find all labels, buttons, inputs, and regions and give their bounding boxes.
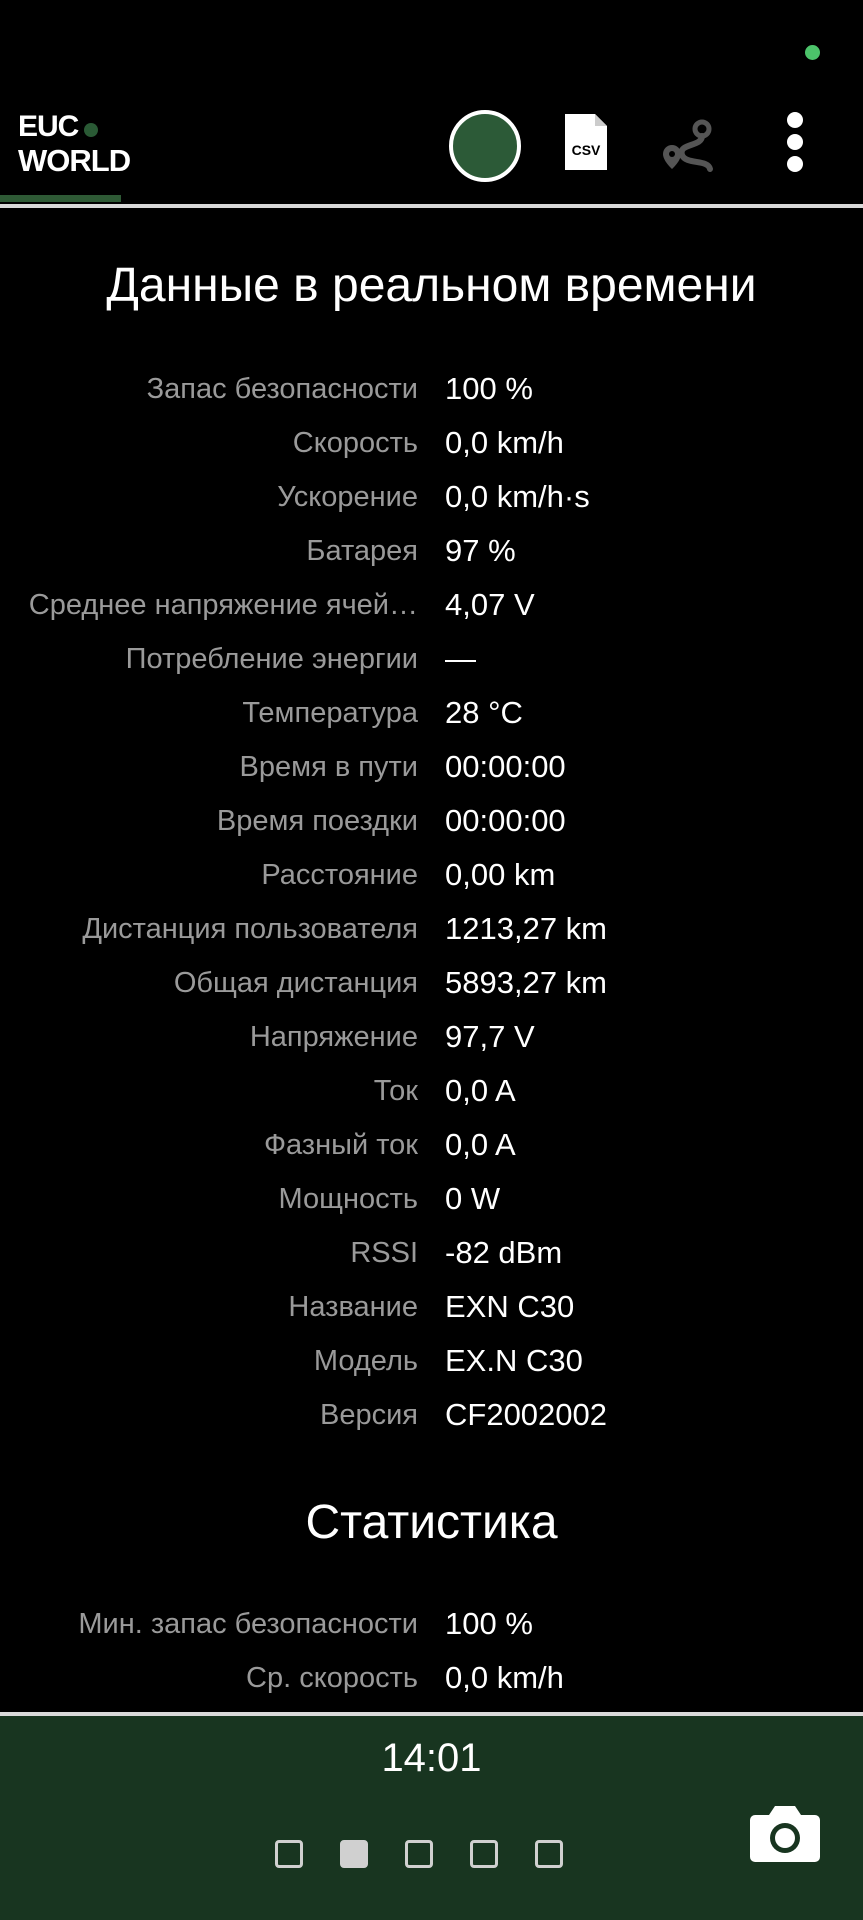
statistics-data-list: Мин. запас безопасности 100 % Ср. скорость… — [0, 1600, 863, 1708]
page-dot-5[interactable] — [535, 1840, 563, 1868]
data-row: Ср. скорость 0,0 km/h — [0, 1654, 863, 1708]
row-label: Модель — [313, 1345, 418, 1377]
row-value: 0,00 km — [445, 857, 556, 892]
page-dot-3[interactable] — [405, 1840, 433, 1868]
row-label: Ток — [373, 1075, 418, 1107]
row-label: Температура — [242, 697, 418, 729]
data-row: Потребление энергии — — [0, 635, 863, 689]
row-label: Ускорение — [277, 481, 418, 513]
data-row: Название EXN C30 — [0, 1283, 863, 1337]
bottom-bar: 14:01 — [0, 1716, 863, 1920]
row-value: CF2002002 — [445, 1397, 608, 1432]
row-label: Версия — [319, 1399, 418, 1431]
row-value: 00:00:00 — [445, 749, 566, 784]
page-dot-1[interactable] — [275, 1840, 303, 1868]
row-label: Время поездки — [216, 805, 418, 837]
row-value: 0,0 km/h — [445, 425, 564, 460]
data-row: Мощность 0 W — [0, 1175, 863, 1229]
logo-dot-icon — [84, 123, 99, 137]
row-value: EX.N C30 — [445, 1343, 583, 1378]
row-value: 4,07 V — [445, 587, 535, 622]
row-value: 0,0 A — [445, 1127, 516, 1162]
row-value: 5893,27 km — [445, 965, 607, 1000]
data-row: Время в пути 00:00:00 — [0, 743, 863, 797]
data-row: Общая дистанция 5893,27 km — [0, 959, 863, 1013]
logo-tab-indicator — [0, 195, 121, 202]
page-dot-2[interactable] — [340, 1840, 368, 1868]
row-value: 28 °C — [445, 695, 523, 730]
row-label: Время в пути — [239, 751, 418, 783]
realtime-section-title: Данные в реальном времени — [106, 259, 757, 312]
camera-icon[interactable] — [749, 1803, 821, 1863]
row-label: Запас безопасности — [146, 373, 418, 405]
row-label: Фазный ток — [263, 1129, 418, 1161]
more-vert-icon[interactable] — [775, 110, 815, 180]
row-label: Скорость — [292, 427, 418, 459]
data-row: Фазный ток 0,0 A — [0, 1121, 863, 1175]
record-button-icon[interactable] — [449, 110, 521, 182]
data-row: Запас безопасности 100 % — [0, 365, 863, 419]
row-label: Общая дистанция — [173, 967, 418, 999]
data-row: RSSI -82 dBm — [0, 1229, 863, 1283]
row-label: Батарея — [306, 535, 418, 567]
row-value: -82 dBm — [445, 1235, 563, 1270]
row-label: Дистанция пользователя — [82, 913, 418, 945]
row-value: 0,0 km/h·s — [445, 479, 590, 514]
euc-world-logo: EUC WORLD — [18, 110, 131, 178]
row-value: 1213,27 km — [445, 911, 607, 946]
data-row: Температура 28 °C — [0, 689, 863, 743]
data-row: Ток 0,0 A — [0, 1067, 863, 1121]
row-label: Ср. скорость — [246, 1662, 418, 1694]
page-dot-4[interactable] — [470, 1840, 498, 1868]
data-row: Время поездки 00:00:00 — [0, 797, 863, 851]
header-divider — [0, 204, 863, 208]
data-row: Расстояние 0,00 km — [0, 851, 863, 905]
row-value: 00:00:00 — [445, 803, 566, 838]
row-value: EXN C30 — [445, 1289, 575, 1324]
row-value: 0 W — [445, 1181, 501, 1216]
row-value: 100 % — [445, 371, 533, 406]
row-label: Среднее напряжение ячей… — [28, 589, 418, 621]
data-row: Батарея 97 % — [0, 527, 863, 581]
row-label: Мощность — [278, 1183, 418, 1215]
data-row: Дистанция пользователя 1213,27 km — [0, 905, 863, 959]
row-label: Мин. запас безопасности — [78, 1608, 418, 1640]
data-row: Модель EX.N C30 — [0, 1337, 863, 1391]
row-value: 0,0 A — [445, 1073, 516, 1108]
data-row: Скорость 0,0 km/h — [0, 419, 863, 473]
status-indicator-dot — [805, 45, 820, 60]
logo-line1: EUC — [18, 110, 79, 143]
row-value: — — [445, 641, 476, 676]
app-header: EUC WORLD CSV — [0, 95, 863, 205]
data-row: Напряжение 97,7 V — [0, 1013, 863, 1067]
row-value: 97 % — [445, 533, 516, 568]
row-value: 97,7 V — [445, 1019, 535, 1054]
statistics-section-title: Статистика — [305, 1496, 558, 1549]
route-icon[interactable] — [660, 115, 720, 175]
row-label: RSSI — [350, 1237, 418, 1269]
row-value: 100 % — [445, 1606, 533, 1641]
csv-label: CSV — [572, 142, 601, 158]
data-row: Ускорение 0,0 km/h·s — [0, 473, 863, 527]
data-row: Среднее напряжение ячей… 4,07 V — [0, 581, 863, 635]
row-value: 0,0 km/h — [445, 1660, 564, 1695]
row-label: Название — [288, 1291, 418, 1323]
row-label: Расстояние — [261, 859, 418, 891]
clock-text: 14:01 — [381, 1736, 482, 1780]
realtime-data-list: Запас безопасности 100 % Скорость 0,0 km/h У… — [0, 365, 863, 1445]
logo-line2: WORLD — [18, 143, 131, 178]
page-indicator — [275, 1840, 563, 1868]
data-row: Мин. запас безопасности 100 % — [0, 1600, 863, 1654]
data-row: Версия CF2002002 — [0, 1391, 863, 1445]
row-label: Напряжение — [249, 1021, 418, 1053]
row-label: Потребление энергии — [125, 643, 418, 675]
csv-file-icon[interactable]: CSV — [563, 112, 609, 172]
